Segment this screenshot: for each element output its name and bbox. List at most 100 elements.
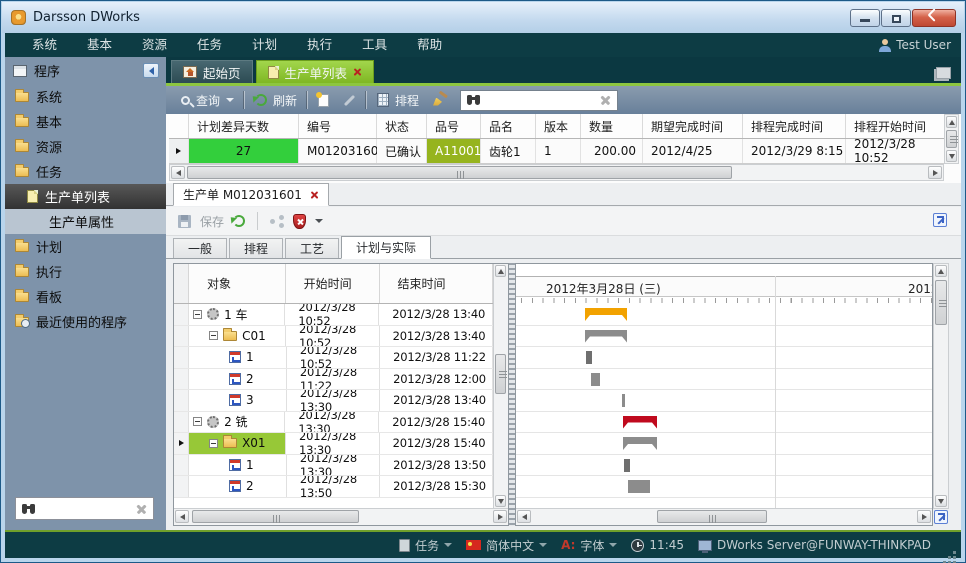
tree-vscrollbar[interactable]	[493, 264, 508, 508]
sidebar-item[interactable]: 生产单列表	[5, 184, 166, 209]
clear-search-icon[interactable]	[136, 503, 147, 514]
status-item-server[interactable]: DWorks Server@FUNWAY-THINKPAD	[698, 538, 931, 552]
tree-object-cell[interactable]: 2	[189, 476, 287, 497]
shield-close-icon[interactable]	[293, 214, 306, 229]
tree-row[interactable]: 22012/3/28 11:222012/3/28 12:00	[174, 369, 493, 391]
expander-icon[interactable]	[193, 310, 202, 319]
open-in-window-icon[interactable]	[933, 213, 947, 227]
tree-column-header[interactable]: 结束时间	[380, 264, 493, 303]
menu-item[interactable]: 系统	[17, 33, 72, 57]
menu-item[interactable]: 执行	[292, 33, 347, 57]
grid-column-header[interactable]: 排程开始时间	[846, 114, 946, 138]
tree-hscrollbar[interactable]	[174, 508, 508, 525]
sidebar-item[interactable]: 最近使用的程序	[5, 309, 166, 334]
toolbar-button-calculator[interactable]: 排程	[370, 88, 426, 112]
grid-column-header[interactable]: 编号	[299, 114, 377, 138]
save-button[interactable]: 保存	[200, 213, 224, 230]
maximize-button[interactable]	[881, 9, 911, 27]
sidebar-item[interactable]: 生产单属性	[5, 209, 166, 234]
subtab-inactive[interactable]: 排程	[229, 238, 283, 258]
sidebar-search-box[interactable]	[15, 497, 154, 520]
shield-dropdown-caret[interactable]	[315, 219, 323, 223]
grid-data-row[interactable]: 27M012031601已确认A11001齿轮11200.002012/4/25…	[169, 139, 946, 164]
sidebar-item[interactable]: 任务	[5, 159, 166, 184]
gantt-bar-task[interactable]	[624, 459, 630, 472]
tree-row[interactable]: X012012/3/28 13:302012/3/28 15:40	[174, 433, 493, 455]
grid-column-header[interactable]: 数量	[581, 114, 643, 138]
menu-item[interactable]: 任务	[182, 33, 237, 57]
menu-item[interactable]: 资源	[127, 33, 182, 57]
tree-row[interactable]: 1 车2012/3/28 10:522012/3/28 13:40	[174, 304, 493, 326]
grid-hscrollbar[interactable]	[169, 164, 944, 181]
status-item-flag[interactable]: 简体中文	[466, 537, 547, 554]
status-item-font[interactable]: A:字体	[561, 537, 617, 554]
status-item-clipboard[interactable]: 任务	[399, 537, 452, 554]
grid-column-header[interactable]: 品名	[481, 114, 536, 138]
gantt-bar-task[interactable]	[622, 394, 625, 407]
window-list-icon[interactable]	[936, 67, 951, 79]
toolbar-button-magnifier[interactable]: 查询	[174, 88, 241, 112]
tree-object-cell[interactable]: 2 铣	[189, 412, 285, 433]
close-detail-tab-icon[interactable]	[310, 190, 319, 199]
tab-active[interactable]: 生产单列表	[256, 60, 375, 83]
grid-column-header[interactable]: 期望完成时间	[643, 114, 743, 138]
hierarchy-icon[interactable]	[270, 215, 284, 228]
grid-column-header[interactable]	[169, 114, 189, 138]
sidebar-collapse-button[interactable]	[143, 63, 159, 78]
refresh-icon[interactable]	[233, 215, 245, 227]
grid-column-header[interactable]: 计划差异天数	[189, 114, 299, 138]
minimize-button[interactable]	[850, 9, 880, 27]
tree-row[interactable]: 22012/3/28 13:502012/3/28 15:30	[174, 476, 493, 498]
sidebar-item[interactable]: 基本	[5, 109, 166, 134]
detail-document-tab[interactable]: 生产单 M012031601	[173, 183, 329, 206]
tree-row[interactable]: 12012/3/28 13:302012/3/28 13:50	[174, 455, 493, 477]
toolbar-button-pencil[interactable]	[336, 88, 363, 112]
toolbar-button-refresh[interactable]: 刷新	[248, 88, 304, 112]
tree-object-cell[interactable]: 2	[189, 369, 287, 390]
menu-item[interactable]: 计划	[237, 33, 292, 57]
sidebar-item[interactable]: 系统	[5, 84, 166, 109]
tree-column-header[interactable]: 对象	[189, 264, 286, 303]
gantt-bar-task[interactable]	[628, 480, 650, 493]
subtab-inactive[interactable]: 一般	[173, 238, 227, 258]
toolbar-button-new-doc[interactable]	[311, 88, 336, 112]
user-menu[interactable]: Test User	[879, 38, 961, 52]
grid-column-header[interactable]: 排程完成时间	[743, 114, 846, 138]
grid-column-header[interactable]: 品号	[427, 114, 481, 138]
toolbar-search-box[interactable]	[460, 90, 618, 111]
resize-grip[interactable]	[953, 551, 956, 554]
tree-row[interactable]: 12012/3/28 10:522012/3/28 11:22	[174, 347, 493, 369]
expander-icon[interactable]	[209, 331, 218, 340]
sidebar-item[interactable]: 执行	[5, 259, 166, 284]
status-item-clock[interactable]: 11:45	[631, 538, 684, 552]
gantt-popout-icon[interactable]	[934, 510, 948, 524]
grid-column-header[interactable]: 状态	[377, 114, 427, 138]
expander-icon[interactable]	[209, 439, 218, 448]
toolbar-button-broom[interactable]	[426, 88, 454, 112]
tree-row[interactable]: C012012/3/28 10:522012/3/28 13:40	[174, 326, 493, 348]
subtab-active[interactable]: 计划与实际	[341, 236, 431, 259]
sidebar-item[interactable]: 资源	[5, 134, 166, 159]
close-button[interactable]	[912, 9, 956, 27]
menu-item[interactable]: 工具	[347, 33, 402, 57]
tree-object-cell[interactable]: C01	[189, 326, 286, 347]
expander-icon[interactable]	[193, 417, 202, 426]
tree-row[interactable]: 2 铣2012/3/28 13:302012/3/28 15:40	[174, 412, 493, 434]
tab-inactive[interactable]: 起始页	[171, 60, 253, 83]
grid-column-header[interactable]: 版本	[536, 114, 581, 138]
tree-object-cell[interactable]: 1	[189, 347, 287, 368]
close-tab-icon[interactable]	[353, 68, 362, 77]
gantt-bar-task[interactable]	[591, 373, 600, 386]
tree-row[interactable]: 32012/3/28 13:302012/3/28 13:40	[174, 390, 493, 412]
gantt-bar-task[interactable]	[586, 351, 592, 364]
gantt-hscrollbar[interactable]	[516, 508, 932, 525]
clear-search-icon[interactable]	[600, 95, 611, 106]
tree-object-cell[interactable]: 3	[189, 390, 287, 411]
tree-column-header[interactable]: 开始时间	[286, 264, 380, 303]
grid-vscrollbar[interactable]	[944, 114, 959, 164]
menu-item[interactable]: 基本	[72, 33, 127, 57]
menu-item[interactable]: 帮助	[402, 33, 457, 57]
subtab-inactive[interactable]: 工艺	[285, 238, 339, 258]
tree-object-cell[interactable]: X01	[189, 433, 286, 454]
sidebar-item[interactable]: 看板	[5, 284, 166, 309]
